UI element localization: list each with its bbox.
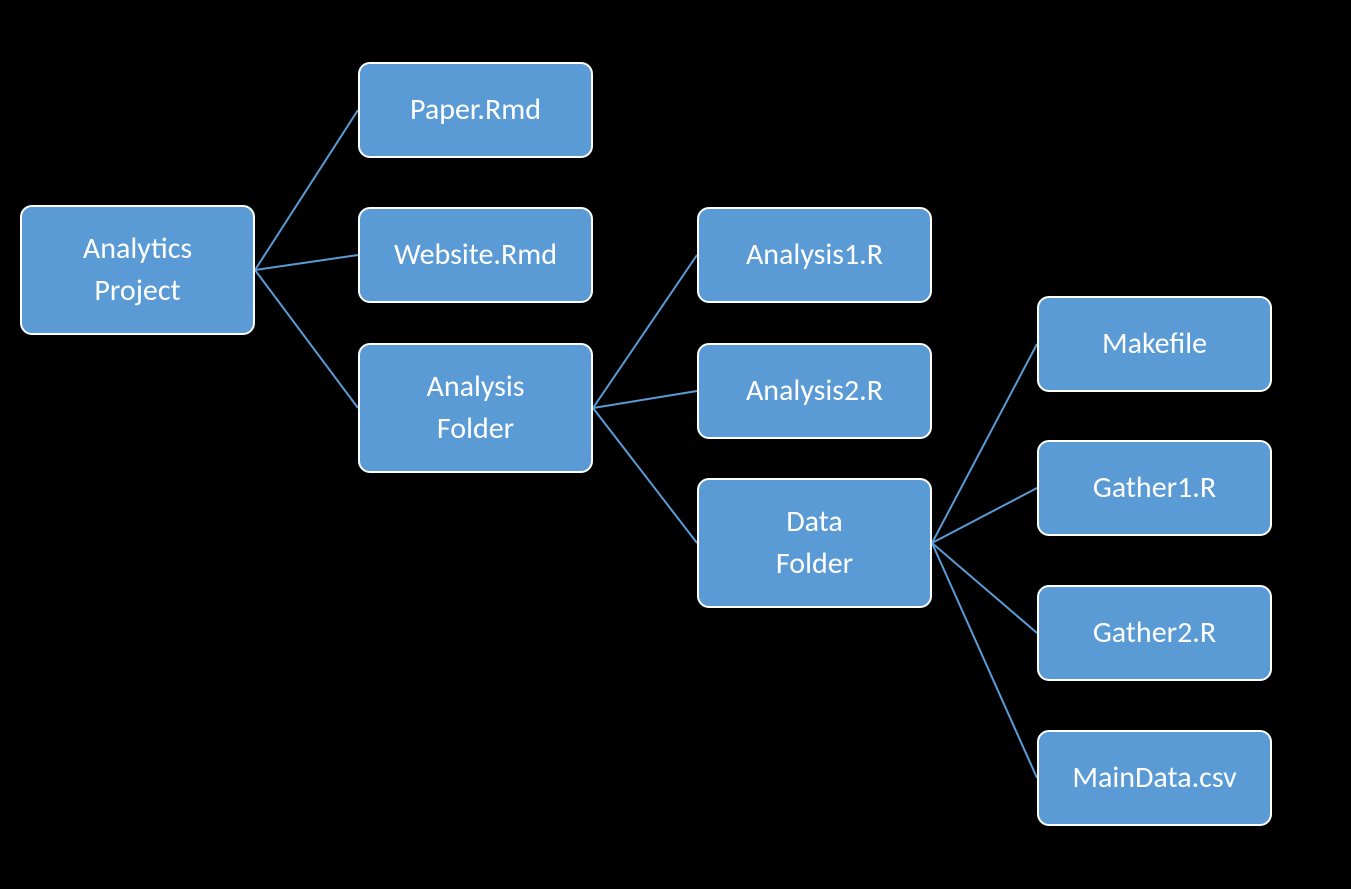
node-maindata-csv: MainData.csv (1037, 730, 1272, 826)
node-label: Paper.Rmd (410, 89, 541, 131)
node-gather2-r: Gather2.R (1037, 585, 1272, 681)
node-data-folder: Data Folder (697, 478, 932, 608)
node-analysis-folder: Analysis Folder (358, 343, 593, 473)
node-label: Data Folder (776, 501, 853, 585)
node-paper-rmd: Paper.Rmd (358, 62, 593, 158)
node-makefile: Makefile (1037, 296, 1272, 392)
connector-line (255, 255, 358, 270)
connector-line (255, 270, 358, 408)
connector-line (932, 344, 1037, 543)
node-label: Gather1.R (1093, 467, 1216, 509)
node-analysis1-r: Analysis1.R (697, 207, 932, 303)
connector-line (932, 543, 1037, 778)
node-label: Analysis Folder (426, 366, 524, 450)
connector-line (593, 391, 697, 408)
connector-line (593, 255, 697, 408)
connector-line (932, 543, 1037, 633)
node-label: Analysis1.R (746, 234, 883, 276)
connector-line (593, 408, 697, 543)
node-label: MainData.csv (1072, 757, 1236, 799)
node-website-rmd: Website.Rmd (358, 207, 593, 303)
node-label: Gather2.R (1093, 612, 1216, 654)
connector-line (255, 110, 358, 270)
diagram-canvas: Analytics Project Paper.Rmd Website.Rmd … (0, 0, 1351, 889)
node-gather1-r: Gather1.R (1037, 440, 1272, 536)
node-label: Analysis2.R (746, 370, 883, 412)
node-label: Analytics Project (83, 228, 192, 312)
node-analytics-project: Analytics Project (20, 205, 255, 335)
connector-line (932, 488, 1037, 543)
node-label: Makefile (1102, 323, 1207, 365)
node-label: Website.Rmd (394, 234, 557, 276)
node-analysis2-r: Analysis2.R (697, 343, 932, 439)
